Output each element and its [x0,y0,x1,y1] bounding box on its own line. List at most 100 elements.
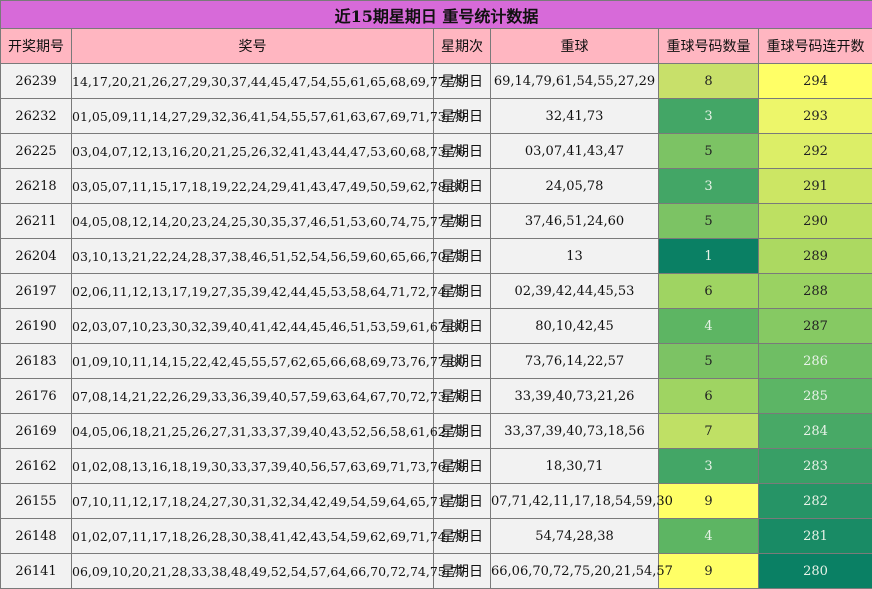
cell-repeat: 24,05,78 [491,169,659,204]
table-row: 2619002,03,07,10,23,30,32,39,40,41,42,44… [1,309,872,344]
table-row: 2621803,05,07,11,15,17,18,19,22,24,29,41… [1,169,872,204]
table-row: 2617607,08,14,21,22,26,29,33,36,39,40,57… [1,379,872,414]
cell-issue: 26225 [1,134,72,169]
cell-issue: 26190 [1,309,72,344]
cell-issue: 26176 [1,379,72,414]
cell-streak: 294 [759,64,872,99]
cell-streak: 292 [759,134,872,169]
cell-repeat: 33,39,40,73,21,26 [491,379,659,414]
header-streak: 重球号码连开数 [759,29,872,64]
cell-streak: 285 [759,379,872,414]
cell-streak: 280 [759,554,872,589]
cell-streak: 281 [759,519,872,554]
cell-count: 7 [659,414,759,449]
cell-streak: 284 [759,414,872,449]
table-row: 2615507,10,11,12,17,18,24,27,30,31,32,34… [1,484,872,519]
cell-issue: 26211 [1,204,72,239]
cell-streak: 282 [759,484,872,519]
cell-repeat: 33,37,39,40,73,18,56 [491,414,659,449]
cell-issue: 26204 [1,239,72,274]
cell-issue: 26141 [1,554,72,589]
cell-issue: 26155 [1,484,72,519]
cell-count: 4 [659,309,759,344]
cell-numbers: 01,05,09,11,14,27,29,32,36,41,54,55,57,6… [72,99,434,134]
cell-numbers: 01,02,07,11,17,18,26,28,30,38,41,42,43,5… [72,519,434,554]
cell-numbers: 06,09,10,20,21,28,33,38,48,49,52,54,57,6… [72,554,434,589]
cell-count: 3 [659,449,759,484]
table-body: 2623914,17,20,21,26,27,29,30,37,44,45,47… [1,64,872,589]
table-row: 2614801,02,07,11,17,18,26,28,30,38,41,42… [1,519,872,554]
cell-issue: 26148 [1,519,72,554]
header-count: 重球号码数量 [659,29,759,64]
table-row: 2620403,10,13,21,22,24,28,37,38,46,51,52… [1,239,872,274]
cell-streak: 286 [759,344,872,379]
cell-issue: 26169 [1,414,72,449]
cell-weekday: 星期日 [434,379,491,414]
cell-streak: 293 [759,99,872,134]
cell-issue: 26162 [1,449,72,484]
table-row: 2616201,02,08,13,16,18,19,30,33,37,39,40… [1,449,872,484]
cell-numbers: 07,08,14,21,22,26,29,33,36,39,40,57,59,6… [72,379,434,414]
cell-weekday: 星期日 [434,554,491,589]
cell-repeat: 80,10,42,45 [491,309,659,344]
table-row: 2619702,06,11,12,13,17,19,27,35,39,42,44… [1,274,872,309]
cell-count: 1 [659,239,759,274]
cell-weekday: 星期日 [434,239,491,274]
table-title: 近15期星期日 重号统计数据 [1,1,872,29]
table-row: 2622503,04,07,12,13,16,20,21,25,26,32,41… [1,134,872,169]
cell-streak: 287 [759,309,872,344]
cell-repeat: 18,30,71 [491,449,659,484]
cell-weekday: 星期日 [434,309,491,344]
cell-count: 9 [659,484,759,519]
cell-numbers: 03,10,13,21,22,24,28,37,38,46,51,52,54,5… [72,239,434,274]
cell-repeat: 02,39,42,44,45,53 [491,274,659,309]
header-repeat: 重球 [491,29,659,64]
table-row: 2621104,05,08,12,14,20,23,24,25,30,35,37… [1,204,872,239]
cell-weekday: 星期日 [434,274,491,309]
cell-numbers: 03,05,07,11,15,17,18,19,22,24,29,41,43,4… [72,169,434,204]
repeat-stats-table: 近15期星期日 重号统计数据 开奖期号 奖号 星期次 重球 重球号码数量 重球号… [0,0,872,589]
cell-count: 6 [659,379,759,414]
cell-count: 5 [659,344,759,379]
cell-weekday: 星期日 [434,64,491,99]
cell-numbers: 03,04,07,12,13,16,20,21,25,26,32,41,43,4… [72,134,434,169]
title-row: 近15期星期日 重号统计数据 [1,1,872,29]
cell-weekday: 星期日 [434,169,491,204]
cell-issue: 26197 [1,274,72,309]
cell-repeat: 73,76,14,22,57 [491,344,659,379]
cell-count: 3 [659,99,759,134]
cell-weekday: 星期日 [434,519,491,554]
header-row: 开奖期号 奖号 星期次 重球 重球号码数量 重球号码连开数 [1,29,872,64]
cell-numbers: 07,10,11,12,17,18,24,27,30,31,32,34,42,4… [72,484,434,519]
cell-issue: 26183 [1,344,72,379]
cell-weekday: 星期日 [434,204,491,239]
cell-repeat: 32,41,73 [491,99,659,134]
cell-count: 8 [659,64,759,99]
cell-numbers: 04,05,08,12,14,20,23,24,25,30,35,37,46,5… [72,204,434,239]
cell-weekday: 星期日 [434,484,491,519]
cell-issue: 26239 [1,64,72,99]
header-numbers: 奖号 [72,29,434,64]
cell-repeat: 37,46,51,24,60 [491,204,659,239]
cell-numbers: 02,06,11,12,13,17,19,27,35,39,42,44,45,5… [72,274,434,309]
cell-count: 6 [659,274,759,309]
table-row: 2623201,05,09,11,14,27,29,32,36,41,54,55… [1,99,872,134]
cell-repeat: 07,71,42,11,17,18,54,59,30 [491,484,659,519]
cell-numbers: 01,02,08,13,16,18,19,30,33,37,39,40,56,5… [72,449,434,484]
cell-weekday: 星期日 [434,99,491,134]
cell-repeat: 66,06,70,72,75,20,21,54,57 [491,554,659,589]
cell-count: 4 [659,519,759,554]
cell-streak: 283 [759,449,872,484]
cell-repeat: 13 [491,239,659,274]
cell-repeat: 54,74,28,38 [491,519,659,554]
cell-numbers: 04,05,06,18,21,25,26,27,31,33,37,39,40,4… [72,414,434,449]
cell-count: 9 [659,554,759,589]
cell-repeat: 69,14,79,61,54,55,27,29 [491,64,659,99]
cell-streak: 291 [759,169,872,204]
cell-weekday: 星期日 [434,344,491,379]
cell-weekday: 星期日 [434,449,491,484]
cell-count: 5 [659,134,759,169]
cell-numbers: 02,03,07,10,23,30,32,39,40,41,42,44,45,4… [72,309,434,344]
cell-streak: 289 [759,239,872,274]
cell-count: 5 [659,204,759,239]
